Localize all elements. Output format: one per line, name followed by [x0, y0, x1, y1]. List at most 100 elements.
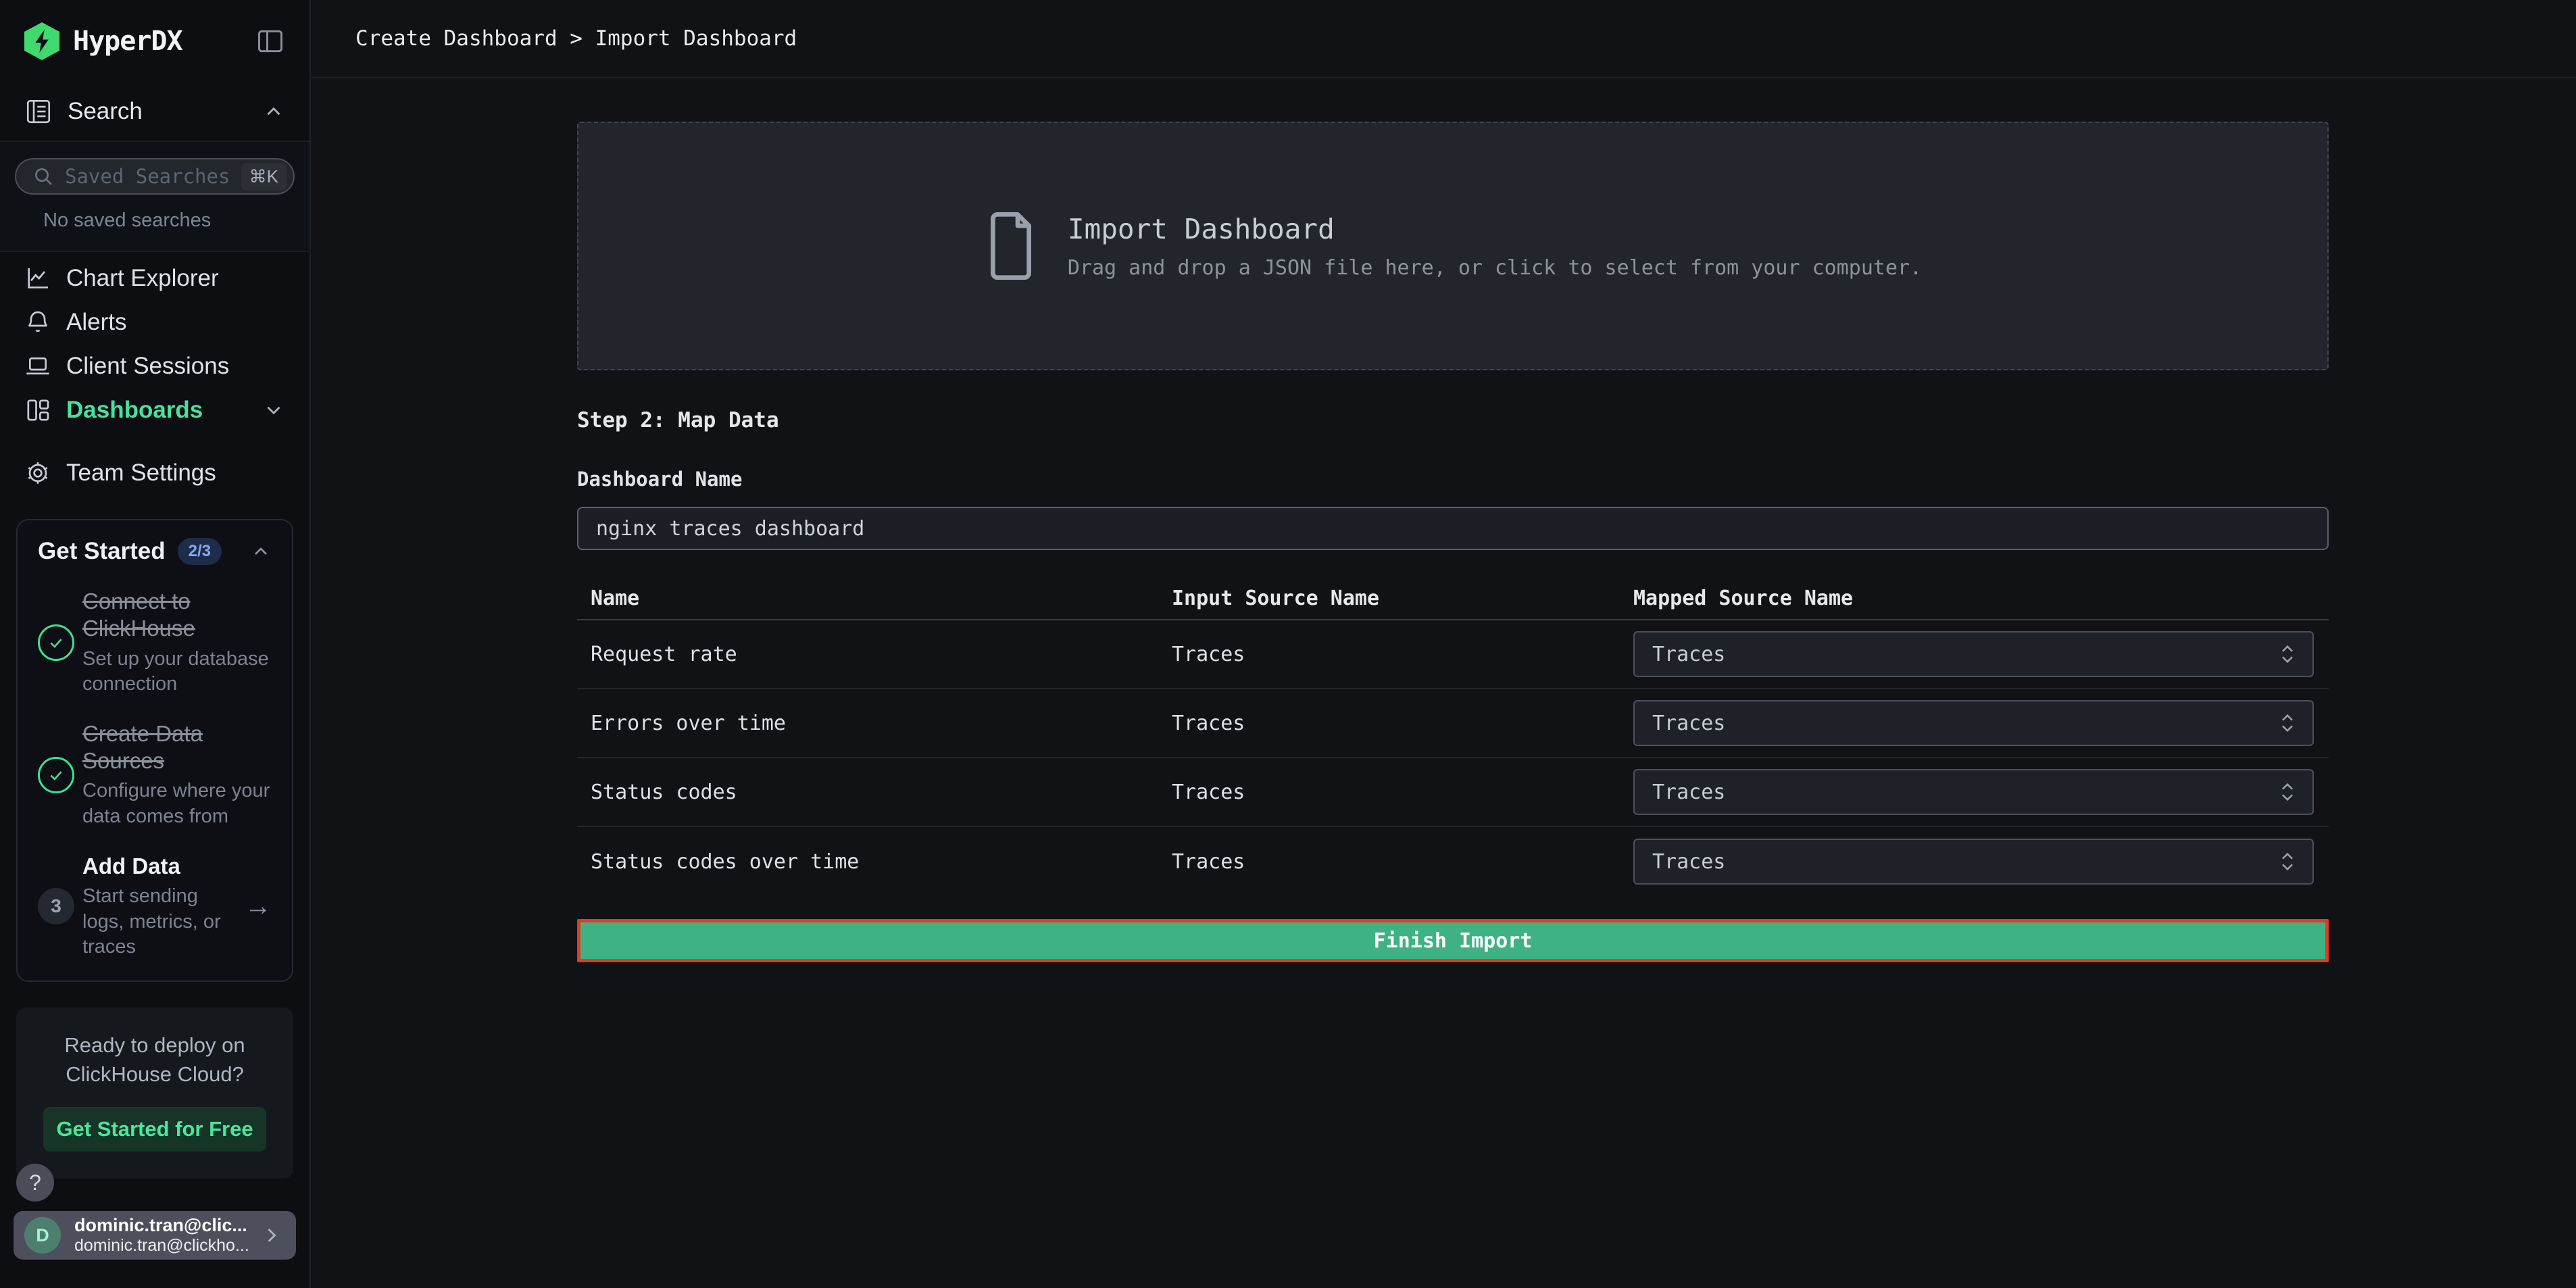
step-subtitle: Set up your database connection [82, 647, 272, 697]
mapping-table: Name Input Source Name Mapped Source Nam… [577, 577, 2329, 896]
step-number-badge: 3 [38, 888, 74, 924]
breadcrumb: Create Dashboard > Import Dashboard [355, 26, 797, 51]
search-section-icon [24, 97, 53, 126]
select-chevrons-icon [2277, 712, 2298, 735]
chart-explorer-icon [24, 265, 51, 292]
check-circle-icon [38, 757, 74, 793]
file-icon [984, 212, 1038, 280]
get-started-step-sources[interactable]: Create Data Sources Configure where your… [38, 720, 272, 830]
mapped-source-select[interactable]: Traces [1633, 700, 2314, 746]
step-subtitle: Configure where your data comes from [82, 778, 272, 829]
logo-row: HyperDX [0, 0, 309, 82]
mapping-table-header: Name Input Source Name Mapped Source Nam… [577, 577, 2329, 620]
saved-searches-panel: Saved Searches ⌘K No saved searches [0, 142, 309, 252]
import-dropzone[interactable]: Import Dashboard Drag and drop a JSON fi… [577, 122, 2329, 370]
saved-searches-placeholder: Saved Searches [65, 165, 230, 188]
check-circle-icon [38, 624, 74, 661]
chart-name-cell: Status codes [577, 781, 1172, 804]
dashboards-icon [24, 397, 51, 424]
step-title: Add Data [82, 853, 239, 880]
dashboard-name-label: Dashboard Name [577, 468, 2329, 491]
sidebar-item-label: Team Settings [66, 460, 216, 487]
app-root: HyperDX Search Saved Searches [0, 0, 2576, 1288]
input-source-cell: Traces [1172, 850, 1633, 874]
chevron-up-icon[interactable] [250, 541, 272, 562]
avatar: D [24, 1217, 61, 1254]
finish-import-button[interactable]: Finish Import [577, 919, 2329, 962]
chart-name-cell: Request rate [577, 643, 1172, 666]
dropzone-title: Import Dashboard [1068, 213, 1922, 245]
get-started-free-button[interactable]: Get Started for Free [43, 1107, 266, 1151]
table-row: Status codes over time Traces Traces [577, 827, 2329, 896]
input-source-cell: Traces [1172, 781, 1633, 804]
top-bar: Create Dashboard > Import Dashboard [311, 0, 2576, 78]
sidebar-item-label: Alerts [66, 309, 126, 336]
app-title: HyperDX [73, 26, 182, 57]
get-started-step-connect[interactable]: Connect to ClickHouse Set up your databa… [38, 588, 272, 697]
hyperdx-logo-icon [24, 22, 59, 60]
search-icon [32, 166, 54, 187]
input-source-cell: Traces [1172, 643, 1633, 666]
help-icon: ? [29, 1170, 41, 1195]
step-subtitle: Start sending logs, metrics, or traces [82, 884, 239, 960]
step-title: Create Data Sources [82, 720, 272, 775]
sidebar-item-label: Client Sessions [66, 353, 229, 380]
column-header-mapped-source: Mapped Source Name [1633, 587, 2329, 610]
selected-value: Traces [1652, 781, 1725, 804]
mapped-source-select[interactable]: Traces [1633, 769, 2314, 815]
chart-name-cell: Status codes over time [577, 850, 1172, 874]
main-area: Create Dashboard > Import Dashboard Impo… [311, 0, 2576, 1288]
import-dashboard-page: Import Dashboard Drag and drop a JSON fi… [311, 78, 2329, 962]
saved-searches-input[interactable]: Saved Searches ⌘K [15, 158, 295, 195]
mapped-source-select[interactable]: Traces [1633, 631, 2314, 677]
table-row: Status codes Traces Traces [577, 758, 2329, 827]
select-chevrons-icon [2277, 850, 2298, 873]
sidebar: HyperDX Search Saved Searches [0, 0, 311, 1288]
column-header-name: Name [577, 587, 1172, 610]
user-email: dominic.tran@clickho... [74, 1236, 249, 1256]
sidebar-item-chart-explorer[interactable]: Chart Explorer [0, 256, 309, 300]
dashboard-name-input[interactable] [577, 507, 2329, 550]
dropzone-description: Drag and drop a JSON file here, or click… [1068, 256, 1922, 280]
help-button[interactable]: ? [16, 1164, 54, 1202]
column-header-input-source: Input Source Name [1172, 587, 1633, 610]
mapped-source-select[interactable]: Traces [1633, 839, 2314, 885]
selected-value: Traces [1652, 712, 1725, 735]
user-menu[interactable]: D dominic.tran@clic... dominic.tran@clic… [14, 1211, 296, 1260]
sidebar-item-dashboards[interactable]: Dashboards [0, 388, 309, 432]
sidebar-item-label: Dashboards [66, 397, 203, 424]
deploy-promo-line1: Ready to deploy on [43, 1031, 266, 1060]
chevron-up-icon [262, 100, 285, 123]
get-started-step-add-data[interactable]: 3 Add Data Start sending logs, metrics, … [38, 853, 272, 960]
deploy-promo-line2: ClickHouse Cloud? [43, 1060, 266, 1089]
user-name: dominic.tran@clic... [74, 1215, 249, 1236]
laptop-icon [24, 353, 51, 380]
collapse-sidebar-icon[interactable] [255, 26, 285, 56]
sidebar-item-team-settings[interactable]: Team Settings [0, 451, 309, 495]
select-chevrons-icon [2277, 643, 2298, 666]
shortcut-badge: ⌘K [241, 163, 287, 191]
sidebar-nav: Chart Explorer Alerts Client Sessions Da… [0, 252, 309, 495]
sidebar-item-search[interactable]: Search [0, 82, 309, 142]
gear-icon [24, 460, 51, 487]
chart-name-cell: Errors over time [577, 712, 1172, 735]
step-2-heading: Step 2: Map Data [577, 408, 2329, 432]
sidebar-item-label: Chart Explorer [66, 265, 219, 292]
chevron-right-icon [259, 1223, 284, 1247]
deploy-promo-card: Ready to deploy on ClickHouse Cloud? Get… [16, 1008, 293, 1179]
sidebar-item-label: Search [68, 98, 143, 125]
selected-value: Traces [1652, 643, 1725, 666]
select-chevrons-icon [2277, 781, 2298, 803]
step-title: Connect to ClickHouse [82, 588, 272, 643]
no-saved-searches-text: No saved searches [43, 209, 295, 232]
arrow-right-icon: → [245, 891, 272, 922]
table-row: Errors over time Traces Traces [577, 689, 2329, 758]
progress-badge: 2/3 [178, 538, 222, 565]
sidebar-item-client-sessions[interactable]: Client Sessions [0, 344, 309, 388]
bell-icon [24, 309, 51, 336]
chevron-down-icon [262, 399, 285, 422]
input-source-cell: Traces [1172, 712, 1633, 735]
sidebar-item-alerts[interactable]: Alerts [0, 300, 309, 344]
get-started-card: Get Started 2/3 Connect to ClickHouse Se… [16, 519, 293, 982]
table-row: Request rate Traces Traces [577, 620, 2329, 689]
